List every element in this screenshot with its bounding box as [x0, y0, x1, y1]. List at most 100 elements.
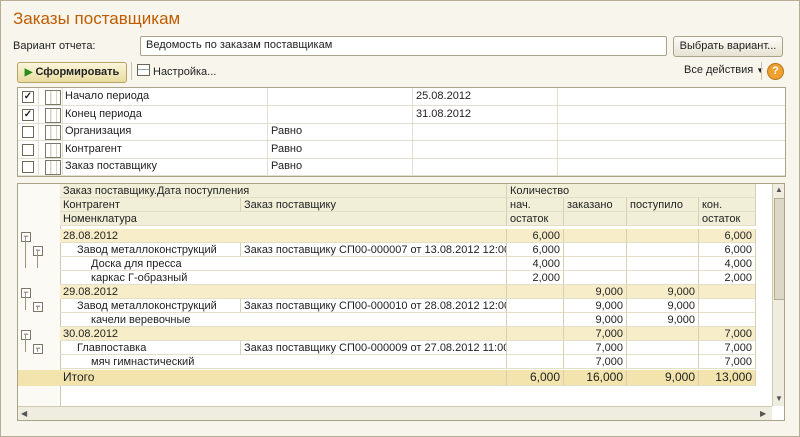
row-ordered: 9,000	[564, 299, 627, 313]
filter-row[interactable]: Заказ поставщику Равно	[18, 158, 785, 176]
row-counterparty: Главпоставка	[60, 341, 241, 355]
collapse-toggle[interactable]: −	[21, 288, 31, 298]
settings-icon	[137, 64, 150, 76]
filter-condition[interactable]	[268, 105, 413, 123]
row-start	[507, 327, 564, 341]
header-quantity: Количество	[507, 184, 756, 198]
collapse-toggle[interactable]: −	[21, 232, 31, 242]
generate-button[interactable]: ▶ Сформировать	[17, 62, 127, 83]
settings-button[interactable]: Настройка...	[137, 64, 216, 78]
row-order: Заказ поставщику СП00-000010 от 28.08.20…	[241, 299, 507, 313]
filter-condition[interactable]: Равно	[268, 158, 413, 175]
row-start	[507, 355, 564, 369]
filter-value[interactable]: 31.08.2012	[413, 105, 558, 123]
header-start: нач.	[507, 198, 564, 212]
report-row: качели веревочные 9,000 9,000	[60, 313, 756, 327]
header-blank	[564, 212, 627, 226]
row-end: 4,000	[699, 257, 756, 271]
row-received	[627, 257, 699, 271]
row-end: 2,000	[699, 271, 756, 285]
choose-variant-button[interactable]: Выбрать вариант...	[673, 36, 783, 57]
row-end: 7,000	[699, 341, 756, 355]
row-received	[627, 327, 699, 341]
filter-value[interactable]	[413, 158, 558, 175]
report-header-row: Заказ поставщику.Дата поступления Количес…	[60, 184, 756, 198]
row-end: 6,000	[699, 243, 756, 257]
variant-field[interactable]: Ведомость по заказам поставщикам	[140, 36, 667, 56]
row-ordered	[564, 257, 627, 271]
header-nomenclature: Номенклатура	[60, 212, 507, 226]
row-ordered: 9,000	[564, 313, 627, 327]
filter-row[interactable]: Контрагент Равно	[18, 140, 785, 159]
row-received: 9,000	[627, 313, 699, 327]
row-ordered	[564, 271, 627, 285]
collapse-toggle[interactable]: −	[33, 302, 43, 312]
report-row: 30.08.2012 7,000 7,000	[60, 327, 756, 341]
filter-name[interactable]: Конец периода	[62, 105, 268, 123]
row-end	[699, 299, 756, 313]
total-ordered: 16,000	[564, 370, 627, 386]
filter-condition[interactable]	[268, 88, 413, 105]
filter-name[interactable]: Начало периода	[62, 88, 268, 105]
row-end: 6,000	[699, 229, 756, 243]
filter-value[interactable]	[413, 140, 558, 158]
report-row: Доска для пресса 4,000 4,000	[60, 257, 756, 271]
row-order: Заказ поставщику СП00-000009 от 27.08.20…	[241, 341, 507, 355]
filter-name[interactable]: Организация	[62, 123, 268, 140]
row-start	[507, 313, 564, 327]
report-row: каркас Г-образный 2,000 2,000	[60, 271, 756, 285]
row-received: 9,000	[627, 299, 699, 313]
filter-row[interactable]: ✓ Начало периода 25.08.2012	[18, 88, 785, 106]
collapse-toggle[interactable]: −	[33, 344, 43, 354]
row-ordered	[564, 243, 627, 257]
total-end: 13,000	[699, 370, 756, 386]
row-date: 30.08.2012	[60, 327, 507, 341]
filter-row[interactable]: ✓ Конец периода 31.08.2012	[18, 105, 785, 124]
row-start: 2,000	[507, 271, 564, 285]
collapse-toggle[interactable]: −	[33, 246, 43, 256]
help-button[interactable]: ?	[767, 63, 784, 80]
filter-condition[interactable]: Равно	[268, 123, 413, 140]
row-counterparty: Завод металлоконструкций	[60, 299, 241, 313]
row-end	[699, 313, 756, 327]
filter-condition[interactable]: Равно	[268, 140, 413, 158]
row-date: 28.08.2012	[60, 229, 507, 243]
row-start	[507, 341, 564, 355]
row-item: качели веревочные	[60, 313, 507, 327]
header-counterparty: Контрагент	[60, 198, 241, 212]
row-end	[699, 285, 756, 299]
row-item: каркас Г-образный	[60, 271, 507, 285]
report-header-row: Номенклатура остаток остаток	[60, 212, 756, 226]
header-group-column: Заказ поставщику.Дата поступления	[60, 184, 507, 198]
collapse-toggle[interactable]: −	[21, 330, 31, 340]
variant-label: Вариант отчета:	[13, 40, 96, 52]
row-ordered	[564, 229, 627, 243]
header-blank	[627, 212, 699, 226]
header-end-2: остаток	[699, 212, 756, 226]
settings-grid: ✓ Начало периода 25.08.2012 ✓ Конец периода 3…	[17, 87, 786, 177]
all-actions-menu[interactable]: Все действия ▼	[684, 64, 764, 76]
filter-value[interactable]	[413, 123, 558, 140]
row-end: 7,000	[699, 327, 756, 341]
filter-row[interactable]: Организация Равно	[18, 123, 785, 141]
header-order: Заказ поставщику	[241, 198, 507, 212]
vertical-scrollbar[interactable]: ▲ ▼	[772, 184, 784, 406]
row-start: 4,000	[507, 257, 564, 271]
report-table: −−−−−− ▲ ▼ ◀ ▶ Заказ поставщику.Дата пос…	[17, 183, 785, 421]
report-row: Главпоставка Заказ поставщику СП00-000009…	[60, 341, 756, 355]
filter-name[interactable]: Заказ поставщику	[62, 158, 268, 175]
row-item: мяч гимнастический	[60, 355, 507, 369]
row-received	[627, 341, 699, 355]
play-icon: ▶	[24, 67, 33, 78]
header-received: поступило	[627, 198, 699, 212]
filter-value[interactable]: 25.08.2012	[413, 88, 558, 105]
horizontal-scrollbar[interactable]: ◀ ▶	[18, 406, 772, 420]
row-received	[627, 271, 699, 285]
row-order: Заказ поставщику СП00-000007 от 13.08.20…	[241, 243, 507, 257]
row-received	[627, 355, 699, 369]
report-total-row: Итого 6,000 16,000 9,000 13,000	[60, 370, 756, 386]
row-start	[507, 299, 564, 313]
row-counterparty: Завод металлоконструкций	[60, 243, 241, 257]
total-received: 9,000	[627, 370, 699, 386]
filter-name[interactable]: Контрагент	[62, 140, 268, 158]
